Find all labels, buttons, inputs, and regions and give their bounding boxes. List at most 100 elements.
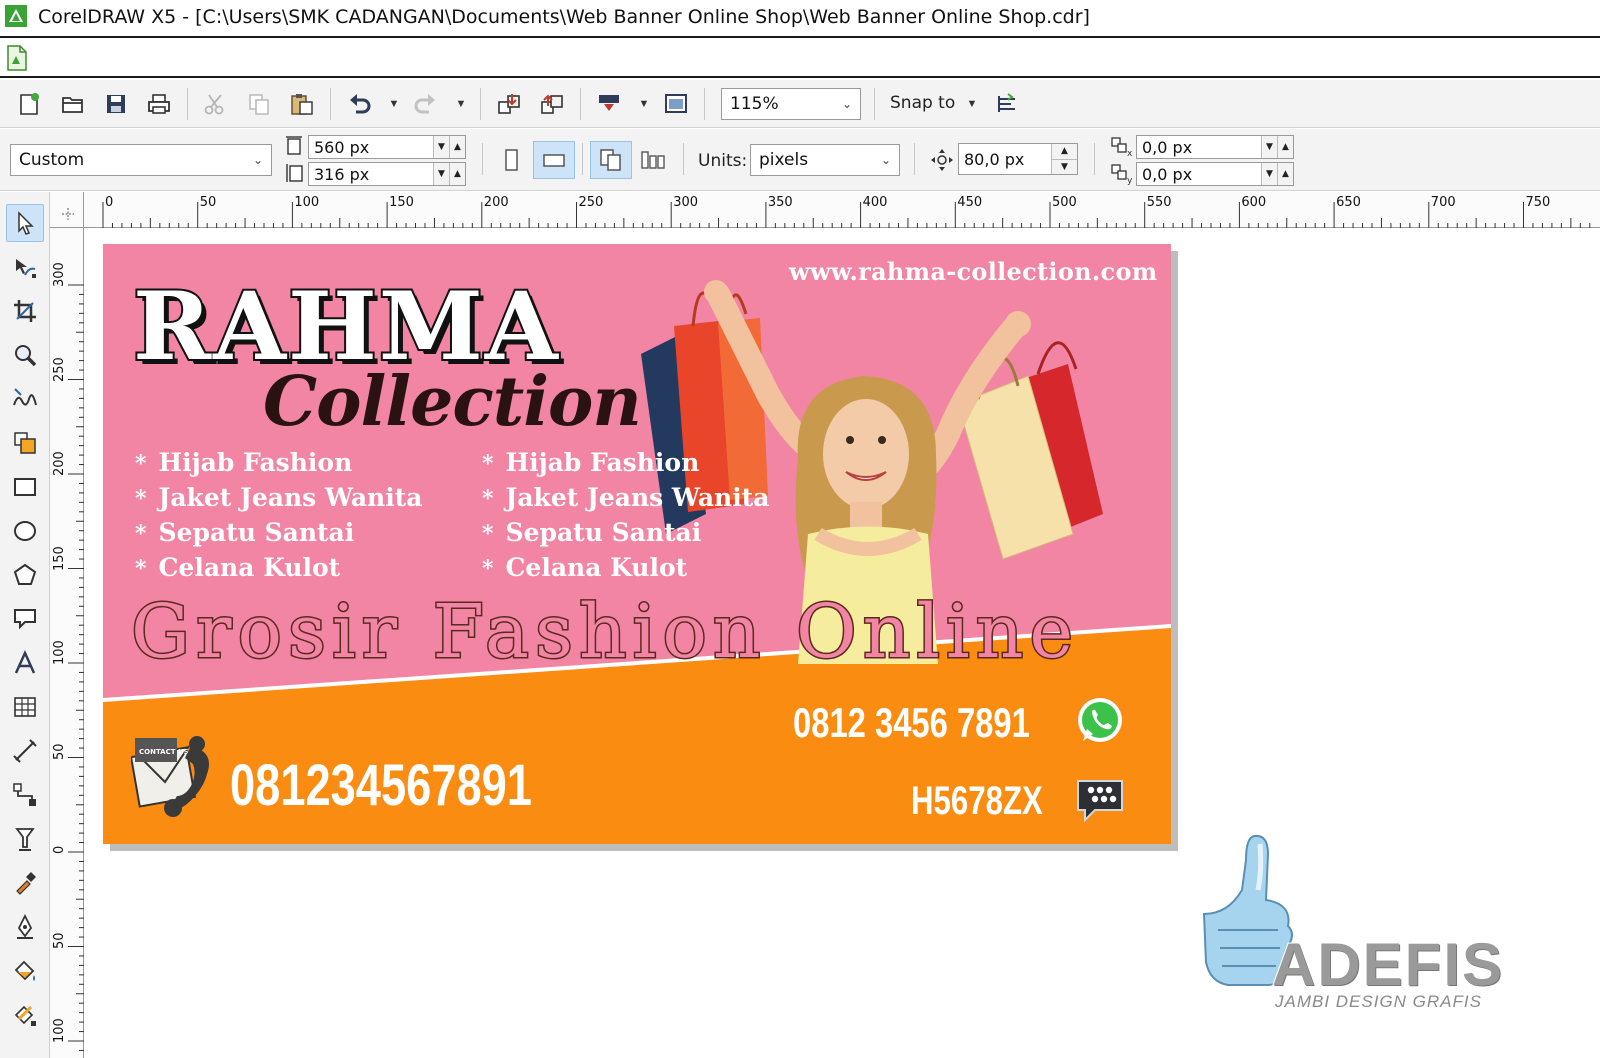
- crop-tool-icon: [14, 300, 36, 322]
- connector-tool[interactable]: [6, 776, 44, 814]
- duplicate-y-down[interactable]: ▼: [1261, 163, 1277, 185]
- duplicate-y-field[interactable]: 0,0 px ▼ ▲: [1136, 162, 1294, 186]
- duplicate-x-up[interactable]: ▲: [1277, 136, 1293, 158]
- list-item: * Sepatu Santai: [482, 516, 769, 551]
- page-height-down[interactable]: ▼: [433, 163, 449, 185]
- eyedropper-tool[interactable]: [6, 864, 44, 902]
- pick-tool[interactable]: [6, 204, 44, 242]
- nudge-icon: [931, 149, 953, 171]
- ruler-label: 200: [483, 195, 509, 210]
- duplicate-x-field[interactable]: 0,0 px ▼ ▲: [1136, 135, 1294, 159]
- application-launcher-button[interactable]: [594, 89, 624, 119]
- undo-dropdown[interactable]: ▼: [387, 89, 401, 119]
- bullet-star: *: [482, 556, 494, 582]
- polygon-tool[interactable]: [6, 556, 44, 594]
- freehand-tool[interactable]: [6, 380, 44, 418]
- zoom-level-value: 115%: [730, 94, 779, 114]
- shape-tool[interactable]: [6, 248, 44, 286]
- cut-button[interactable]: [200, 89, 230, 119]
- pick-tool-icon: [18, 211, 34, 235]
- application-launcher-dropdown[interactable]: ▼: [637, 89, 651, 119]
- horizontal-ruler[interactable]: 0 50 100 150 200 250 300 350 400 450 500 550 600 650 7…: [84, 192, 1600, 228]
- freehand-tool-icon: [13, 388, 37, 406]
- zoom-tool[interactable]: [6, 336, 44, 374]
- export-button[interactable]: [537, 89, 567, 119]
- page-width-up[interactable]: ▲: [449, 136, 465, 158]
- landscape-button[interactable]: [533, 141, 575, 179]
- import-icon: [498, 94, 520, 114]
- welcome-screen-button[interactable]: [661, 89, 691, 119]
- text-tool-icon: [14, 649, 36, 674]
- toolbar-separator: [1094, 143, 1095, 175]
- list-item-label: Hijab Fashion: [505, 448, 700, 477]
- toolbar-separator: [683, 143, 684, 175]
- redo-dropdown[interactable]: ▼: [454, 89, 468, 119]
- nudge-distance-field[interactable]: 80,0 px ▲ ▼: [958, 143, 1078, 175]
- web-banner[interactable]: www.rahma-collection.com RAHMA Collectio…: [103, 244, 1171, 844]
- page-height-up[interactable]: ▲: [449, 163, 465, 185]
- blend-tool[interactable]: [6, 820, 44, 858]
- zoom-level-combo[interactable]: 115% ⌄: [721, 88, 861, 120]
- import-button[interactable]: [494, 89, 524, 119]
- page-width-field[interactable]: 560 px ▼ ▲: [308, 135, 466, 159]
- new-document-button[interactable]: [14, 89, 44, 119]
- duplicate-y-up[interactable]: ▲: [1277, 163, 1293, 185]
- folder-open-icon: [62, 97, 83, 113]
- interactive-fill-tool[interactable]: [6, 996, 44, 1034]
- current-page-button[interactable]: [638, 145, 668, 175]
- chevron-down-icon: ⌄: [880, 153, 891, 167]
- copy-button[interactable]: [244, 89, 274, 119]
- page-width-value: 560 px: [314, 137, 370, 157]
- undo-button[interactable]: [344, 89, 374, 119]
- basic-shapes-icon: [14, 609, 36, 630]
- bullet-star: *: [135, 521, 147, 547]
- ruler-label: 500: [1052, 195, 1077, 210]
- page-width-down[interactable]: ▼: [433, 136, 449, 158]
- list-item-label: Celana Kulot: [158, 553, 341, 582]
- paste-button[interactable]: [287, 89, 317, 119]
- vertical-ruler[interactable]: 300 250 200 150 100 50 0 50 100: [50, 228, 84, 1058]
- nudge-up[interactable]: ▲: [1051, 144, 1077, 159]
- units-combo[interactable]: pixels ⌄: [750, 144, 900, 176]
- document-icon[interactable]: [6, 45, 28, 71]
- bbm-pin: H5678ZX: [911, 779, 1043, 823]
- chevron-down-icon: ⌄: [252, 153, 263, 167]
- table-tool[interactable]: [6, 688, 44, 726]
- fill-tool[interactable]: [6, 952, 44, 990]
- save-button[interactable]: [101, 89, 131, 119]
- outline-pen-tool[interactable]: [6, 908, 44, 946]
- page-height-icon: [286, 164, 303, 182]
- page-height-field[interactable]: 316 px ▼ ▲: [308, 162, 466, 186]
- duplicate-x-down[interactable]: ▼: [1261, 136, 1277, 158]
- clipboard-icon: [291, 94, 313, 115]
- options-button[interactable]: [992, 89, 1022, 119]
- ruler-origin[interactable]: [50, 192, 84, 228]
- dimension-tool[interactable]: [6, 732, 44, 770]
- units-label: Units:: [698, 151, 748, 171]
- ruler-label: 250: [578, 195, 604, 210]
- document-tab-strip: [0, 40, 1600, 78]
- ellipse-tool[interactable]: [6, 512, 44, 550]
- redo-icon: [414, 94, 435, 114]
- smart-fill-tool[interactable]: [6, 424, 44, 462]
- open-button[interactable]: [58, 89, 88, 119]
- redo-button[interactable]: [411, 89, 441, 119]
- snap-to-button[interactable]: Snap to: [890, 93, 955, 113]
- portrait-button[interactable]: [496, 145, 526, 175]
- nudge-down[interactable]: ▼: [1051, 158, 1077, 174]
- svg-text:x: x: [1127, 149, 1133, 158]
- eyedropper-tool-icon: [16, 872, 36, 895]
- page-preset-combo[interactable]: Custom ⌄: [10, 144, 272, 176]
- rectangle-tool[interactable]: [6, 468, 44, 506]
- contact-phone-number: 081234567891: [230, 753, 532, 818]
- text-tool[interactable]: [6, 644, 44, 682]
- crop-tool[interactable]: [6, 292, 44, 330]
- print-button[interactable]: [144, 89, 174, 119]
- ruler-label: 300: [673, 195, 699, 210]
- all-pages-button[interactable]: [590, 141, 632, 179]
- basic-shapes-tool[interactable]: [6, 600, 44, 638]
- toolbar-separator: [874, 88, 875, 120]
- snap-to-dropdown[interactable]: ▼: [965, 89, 979, 119]
- watermark-brand: ADEFIS: [1271, 930, 1505, 999]
- ruler-origin-icon: [62, 208, 74, 220]
